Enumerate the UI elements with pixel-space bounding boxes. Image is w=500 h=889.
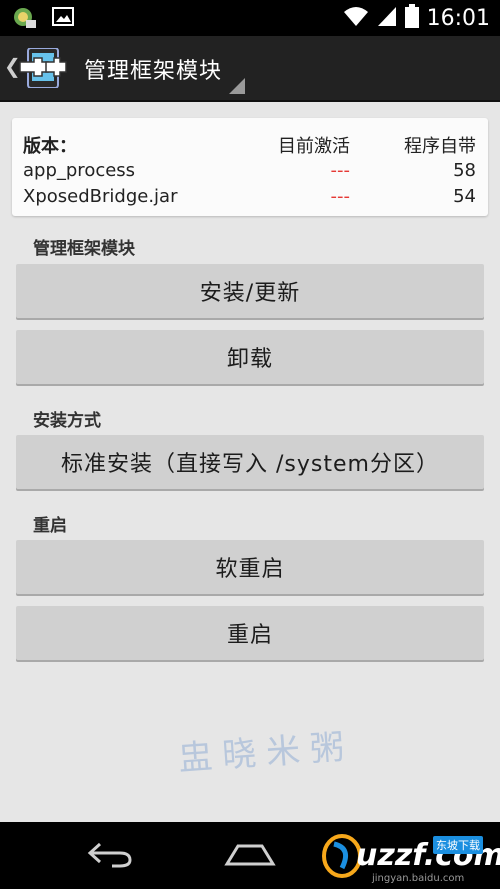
uzzf-logo-tag: 东坡下载 xyxy=(433,836,483,854)
uninstall-button[interactable]: 卸载 xyxy=(16,330,484,384)
section-header-install-method: 安装方式 xyxy=(33,411,101,431)
section-header-framework: 管理框架模块 xyxy=(33,239,135,259)
install-update-button[interactable]: 安装/更新 xyxy=(16,264,484,318)
back-icon[interactable] xyxy=(86,840,134,872)
component-active-version: --- xyxy=(330,186,351,207)
soft-reboot-button[interactable]: 软重启 xyxy=(16,540,484,594)
component-bundled-version: 54 xyxy=(453,186,476,207)
xposed-app-icon[interactable] xyxy=(18,47,68,92)
standard-install-button[interactable]: 标准安装（直接写入 /system分区） xyxy=(16,435,484,489)
active-column-header: 目前激活 xyxy=(278,136,350,157)
watermark-text: 盅晓米粥 xyxy=(177,726,356,780)
signal-icon xyxy=(377,5,397,31)
component-active-version: --- xyxy=(330,160,351,181)
version-label: 版本： xyxy=(23,136,77,157)
spinner-dropdown-icon[interactable] xyxy=(229,78,245,98)
status-bar: 16:01 xyxy=(0,0,500,36)
version-card: 版本： 目前激活 程序自带 app_process --- 58 XposedB… xyxy=(12,118,488,216)
component-name: app_process xyxy=(23,160,136,181)
reboot-button[interactable]: 重启 xyxy=(16,606,484,660)
wifi-icon xyxy=(343,5,369,31)
page-title: 管理框架模块 xyxy=(84,59,223,84)
image-notification-icon xyxy=(52,6,74,34)
battery-icon xyxy=(404,4,419,32)
app-notification-icon xyxy=(12,6,38,34)
home-icon[interactable] xyxy=(224,842,276,872)
source-site-text: jingyan.baidu.com xyxy=(372,873,465,884)
bundled-column-header: 程序自带 xyxy=(404,136,476,157)
component-name: XposedBridge.jar xyxy=(23,186,178,207)
section-header-reboot: 重启 xyxy=(33,516,67,536)
navigation-bar: uzzf.com 东坡下载 jingyan.baidu.com xyxy=(0,822,500,889)
component-bundled-version: 58 xyxy=(453,160,476,181)
status-time: 16:01 xyxy=(426,5,490,31)
action-bar: ❮ 管理框架模块 xyxy=(0,36,500,102)
